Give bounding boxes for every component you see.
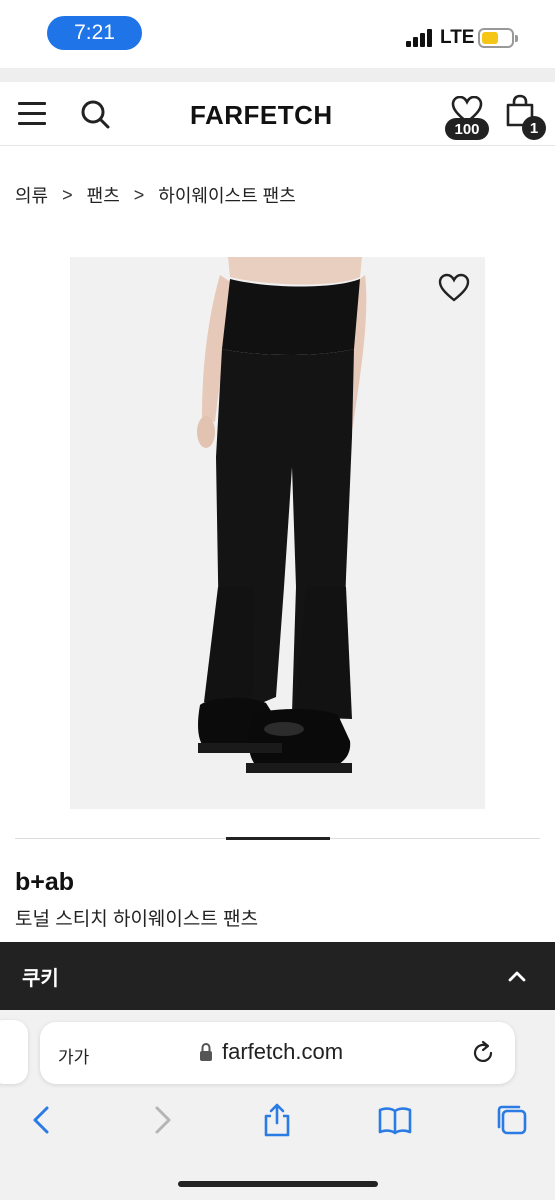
product-image[interactable] [70,257,485,809]
breadcrumb-item-pants[interactable]: 팬츠 [87,182,120,208]
wishlist-icon[interactable]: 100 [445,96,491,140]
gallery-progress-thumb[interactable] [226,837,330,840]
breadcrumb-item-high-waist-pants[interactable]: 하이웨이스트 팬츠 [158,182,295,208]
wishlist-count-badge: 100 [445,118,489,140]
divider [0,68,555,82]
bag-count-badge: 1 [522,116,546,140]
product-photo [70,257,485,809]
farfetch-logo[interactable]: FARFETCH [190,100,333,131]
battery-icon [478,28,518,48]
text-size-button[interactable]: 가가 [58,1043,89,1068]
bag-icon[interactable]: 1 [505,94,549,140]
cookie-label: 쿠키 [22,968,59,990]
reload-icon[interactable] [470,1040,496,1066]
address-bar[interactable]: 가가 farfetch.com [40,1022,515,1084]
bookmarks-icon[interactable] [377,1102,413,1138]
product-brand[interactable]: b+ab [15,868,74,897]
network-label: LTE [440,27,475,48]
screen: 7:21 LTE FARFETCH 100 1 의류 > 팬츠 > 하이웨이스트… [0,0,555,1200]
menu-icon[interactable] [18,102,46,126]
heart-icon[interactable] [438,273,470,303]
url-text[interactable]: farfetch.com [222,1039,343,1065]
breadcrumb-separator: > [62,184,73,205]
site-header: FARFETCH 100 1 [0,82,555,146]
breadcrumb-separator: > [133,184,145,205]
home-indicator[interactable] [178,1181,378,1187]
browser-chrome: 가가 farfetch.com [0,1010,555,1200]
product-name: 토널 스티치 하이웨이스트 팬츠 [15,909,259,930]
back-icon[interactable] [24,1102,60,1138]
forward-icon[interactable] [144,1102,180,1138]
cookie-bar[interactable]: 쿠키 [0,942,555,1010]
cellular-signal-icon [406,29,434,47]
breadcrumb-item-clothing[interactable]: 의류 [15,182,48,208]
share-icon[interactable] [259,1102,295,1138]
breadcrumb: 의류 > 팬츠 > 하이웨이스트 팬츠 [15,182,296,208]
lock-icon [200,1042,212,1061]
previous-tab-preview[interactable] [0,1020,28,1084]
status-time[interactable]: 7:21 [47,16,142,50]
chevron-up-icon[interactable] [506,966,528,986]
search-icon[interactable] [79,98,111,130]
browser-toolbar [0,1098,555,1142]
status-bar: 7:21 LTE [0,0,555,68]
tabs-icon[interactable] [494,1102,530,1138]
